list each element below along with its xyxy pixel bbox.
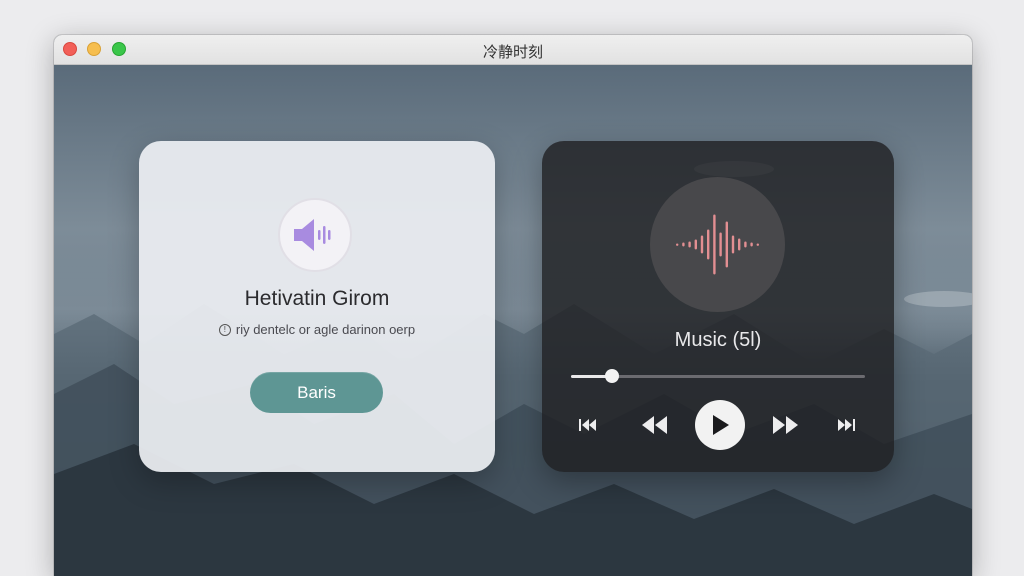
progress-slider[interactable] [571, 369, 865, 383]
audio-waveform-icon [676, 214, 759, 275]
speaker-badge [278, 198, 352, 272]
speaker-icon [294, 219, 331, 251]
skip-forward-button[interactable] [835, 417, 857, 433]
card-subtitle: riy dentelc or agle darinon oerp [235, 322, 416, 337]
waveform-bar [688, 241, 691, 248]
waveform-bar [719, 232, 722, 257]
waveform-bar [738, 238, 741, 251]
waveform-bar [713, 214, 716, 275]
waveform-badge [650, 177, 785, 312]
play-button[interactable] [695, 400, 745, 450]
waveform-bar [750, 242, 753, 247]
play-icon [713, 415, 729, 435]
card-subtitle-row: ! riy dentelc or agle darinon oerp [139, 322, 495, 337]
skip-to-end-icon [838, 419, 855, 431]
primary-action-button[interactable]: Baris [250, 372, 383, 413]
track-title: Music (5l) [674, 329, 762, 351]
waveform-bar [731, 235, 735, 254]
waveform-bar [676, 243, 679, 246]
music-player-card: Music (5l) [542, 141, 894, 472]
waveform-bar [707, 229, 710, 260]
waveform-bar [682, 242, 685, 247]
window-title: 冷静时刻 [482, 43, 543, 61]
card-title: Hetivatin Girom [244, 287, 390, 310]
rewind-icon [642, 416, 667, 434]
info-icon: ! [218, 323, 231, 336]
progress-knob[interactable] [605, 369, 620, 383]
skip-to-start-icon [579, 419, 596, 431]
waveform-bar [725, 221, 728, 268]
sound-card: Hetivatin Girom ! riy dentelc or agle da… [139, 141, 495, 472]
rewind-button[interactable] [640, 414, 670, 436]
waveform-bar [744, 241, 747, 248]
title-bar: 冷静时刻 [54, 35, 972, 65]
skip-back-button[interactable] [577, 417, 599, 433]
fast-forward-icon [773, 416, 798, 434]
app-window: 冷静时刻 Hetivatin Girom ! riy dentelc or ag… [54, 35, 972, 576]
fast-forward-button[interactable] [770, 414, 800, 436]
waveform-bar [694, 239, 697, 250]
waveform-bar [756, 243, 759, 246]
waveform-bar [700, 235, 704, 254]
